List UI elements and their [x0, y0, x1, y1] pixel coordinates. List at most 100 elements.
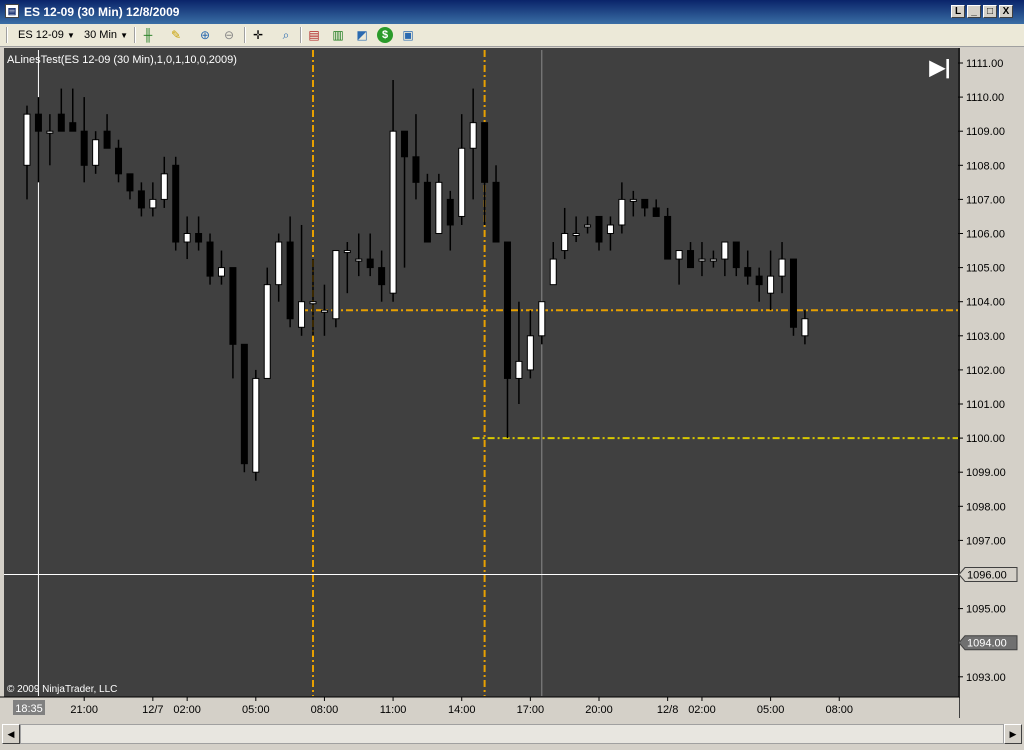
price-tick-label: 1111.00 [966, 58, 1003, 70]
candle-up [549, 258, 557, 286]
scrollbar-track[interactable] [20, 724, 1004, 744]
candle-down [366, 258, 374, 269]
candle-up [698, 258, 706, 262]
candle-up [46, 130, 54, 134]
candle-up [778, 258, 786, 277]
candle-down [664, 215, 672, 260]
candle-up [263, 284, 271, 379]
candle-up [572, 233, 580, 236]
candle-down [401, 130, 409, 158]
candle-up [309, 301, 317, 305]
candle-up [92, 139, 100, 166]
price-tick-label: 1109.00 [966, 126, 1005, 138]
time-tick-label: 12/8 [657, 704, 678, 716]
last-price-label: 1094.00 [967, 638, 1007, 650]
price-tick-label: 1098.00 [966, 501, 1006, 513]
candle-down [240, 343, 248, 465]
candle-up [275, 241, 283, 286]
candle-up [618, 198, 626, 226]
candle-up [709, 258, 717, 262]
candle-up [343, 250, 351, 254]
candle-up [469, 122, 477, 149]
candle-down [687, 250, 695, 269]
indicator-label: ALinesTest(ES 12-09 (30 Min),1,0,1,10,0,… [7, 54, 237, 66]
time-tick-label: 14:00 [448, 704, 476, 716]
candle-up [389, 130, 397, 294]
candle-up [629, 198, 637, 202]
candle-up [538, 301, 546, 337]
candle-down [652, 207, 660, 217]
candle-up [526, 335, 534, 371]
skip-to-end-icon: ▶| [929, 57, 951, 79]
price-tick-label: 1107.00 [966, 194, 1005, 206]
price-tick-label: 1100.00 [966, 433, 1005, 445]
candle-up [675, 250, 683, 260]
candle-up [801, 318, 809, 337]
price-tick-label: 1103.00 [966, 331, 1005, 343]
candle-down [755, 275, 763, 286]
candle-down [103, 130, 111, 149]
arrow-right-icon: ▶ [1009, 729, 1017, 739]
price-tick-label: 1104.00 [966, 297, 1005, 309]
time-tick-label: 08:00 [311, 704, 339, 716]
go-to-latest-button[interactable]: ▶| [927, 56, 953, 80]
candle-down [229, 267, 237, 345]
price-tick-label: 1097.00 [966, 535, 1006, 547]
price-chart[interactable]: 1111.00 1110.00 1109.00 1108.00 1107.00 1106.… [0, 0, 1024, 750]
price-tick-label: 1101.00 [966, 399, 1005, 411]
candle-down [641, 198, 649, 209]
candle-down [412, 156, 420, 183]
candle-down [492, 181, 500, 243]
candle-up [515, 360, 523, 379]
time-tick-label: 02:00 [173, 704, 201, 716]
scroll-left-button[interactable]: ◀ [2, 724, 20, 744]
candle-down [423, 181, 431, 243]
candle-up [160, 173, 168, 200]
candle-down [744, 267, 752, 277]
time-tick-label: 17:00 [517, 704, 545, 716]
candle-down [34, 113, 42, 132]
candle-up [252, 377, 260, 473]
copyright-text: © 2009 NinjaTrader, LLC [7, 684, 118, 695]
candle-down [69, 122, 77, 132]
candle-up [458, 147, 466, 217]
candle-up [355, 258, 363, 262]
price-tick-label: 1102.00 [966, 365, 1005, 377]
candle-down [57, 113, 65, 132]
candle-down [137, 190, 145, 209]
arrow-left-icon: ◀ [7, 729, 15, 739]
candle-up [23, 113, 31, 166]
time-tick-label: 21:00 [70, 704, 98, 716]
time-tick-label: 05:00 [757, 704, 785, 716]
candle-down [115, 147, 123, 175]
candle-down [481, 122, 489, 183]
scroll-right-button[interactable]: ▶ [1004, 724, 1022, 744]
candle-down [206, 241, 214, 277]
price-tick-label: 1093.00 [966, 672, 1006, 684]
time-tick-label: 11:00 [380, 704, 407, 716]
price-tick-label: 1110.00 [966, 92, 1004, 104]
horizontal-scrollbar[interactable]: ◀ ▶ [0, 718, 1024, 750]
price-tick-label: 1095.00 [966, 604, 1006, 616]
candle-down [126, 173, 134, 192]
candle-down [378, 267, 386, 286]
candle-up [217, 267, 225, 277]
price-tick-label: 1108.00 [966, 160, 1005, 172]
candle-up [435, 181, 443, 235]
candle-down [446, 198, 454, 226]
time-tick-label: 02:00 [688, 704, 716, 716]
candle-up [332, 250, 340, 320]
candle-down [195, 233, 203, 243]
crosshair-price-label: 1096.00 [967, 570, 1007, 582]
candle-down [595, 215, 603, 243]
time-tick-label: 12/7 [142, 704, 163, 716]
candle-down [80, 130, 88, 166]
candle-up [298, 301, 306, 328]
candle-down [286, 241, 294, 320]
time-tick-label: 08:00 [825, 704, 853, 716]
time-tick-label: 20:00 [585, 704, 613, 716]
candle-up [320, 309, 328, 313]
candle-down [789, 258, 797, 328]
candle-up [584, 224, 592, 228]
candle-down [732, 241, 740, 269]
